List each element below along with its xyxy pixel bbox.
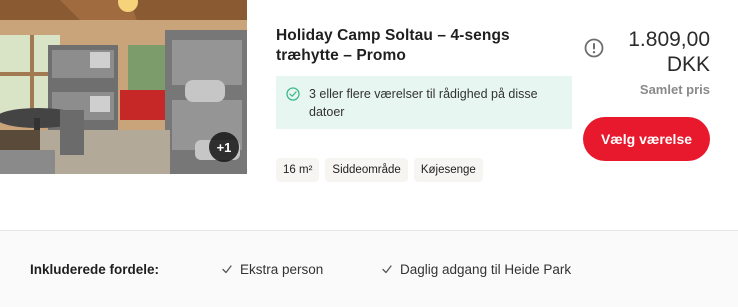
more-photos-badge[interactable]: +1 — [209, 132, 239, 162]
included-benefits: Inkluderede fordele: Ekstra person Dagli… — [0, 231, 738, 307]
benefit-label: Daglig adgang til Heide Park — [400, 262, 572, 277]
room-title[interactable]: Holiday Camp Soltau – 4-sengs træhytte –… — [276, 26, 566, 66]
room-photo[interactable]: +1 — [0, 0, 247, 174]
availability-text: 3 eller flere værelser til rådighed på d… — [309, 87, 538, 119]
benefits-label: Inkluderede fordele: — [30, 262, 160, 277]
room-features: 16 m² Siddeområde Køjesenge — [276, 158, 483, 182]
feature-tag-seating: Siddeområde — [325, 158, 408, 182]
price-label: Samlet pris — [639, 82, 710, 97]
feature-tag-size: 16 m² — [276, 158, 320, 182]
room-price: 1.809,00 DKK — [628, 28, 710, 76]
benefit-item: Ekstra person — [222, 262, 323, 277]
room-card: +1 Holiday Camp Soltau – 4-sengs træhytt… — [0, 0, 738, 230]
feature-tag-bunkbeds: Køjesenge — [413, 158, 483, 182]
availability-notice: 3 eller flere værelser til rådighed på d… — [276, 76, 572, 129]
check-icon — [222, 265, 232, 274]
benefit-label: Ekstra person — [240, 262, 324, 277]
choose-room-button[interactable]: Vælg værelse — [583, 117, 710, 161]
check-circle-icon — [286, 87, 300, 101]
check-icon — [382, 265, 392, 274]
benefit-item: Daglig adgang til Heide Park — [382, 262, 571, 277]
